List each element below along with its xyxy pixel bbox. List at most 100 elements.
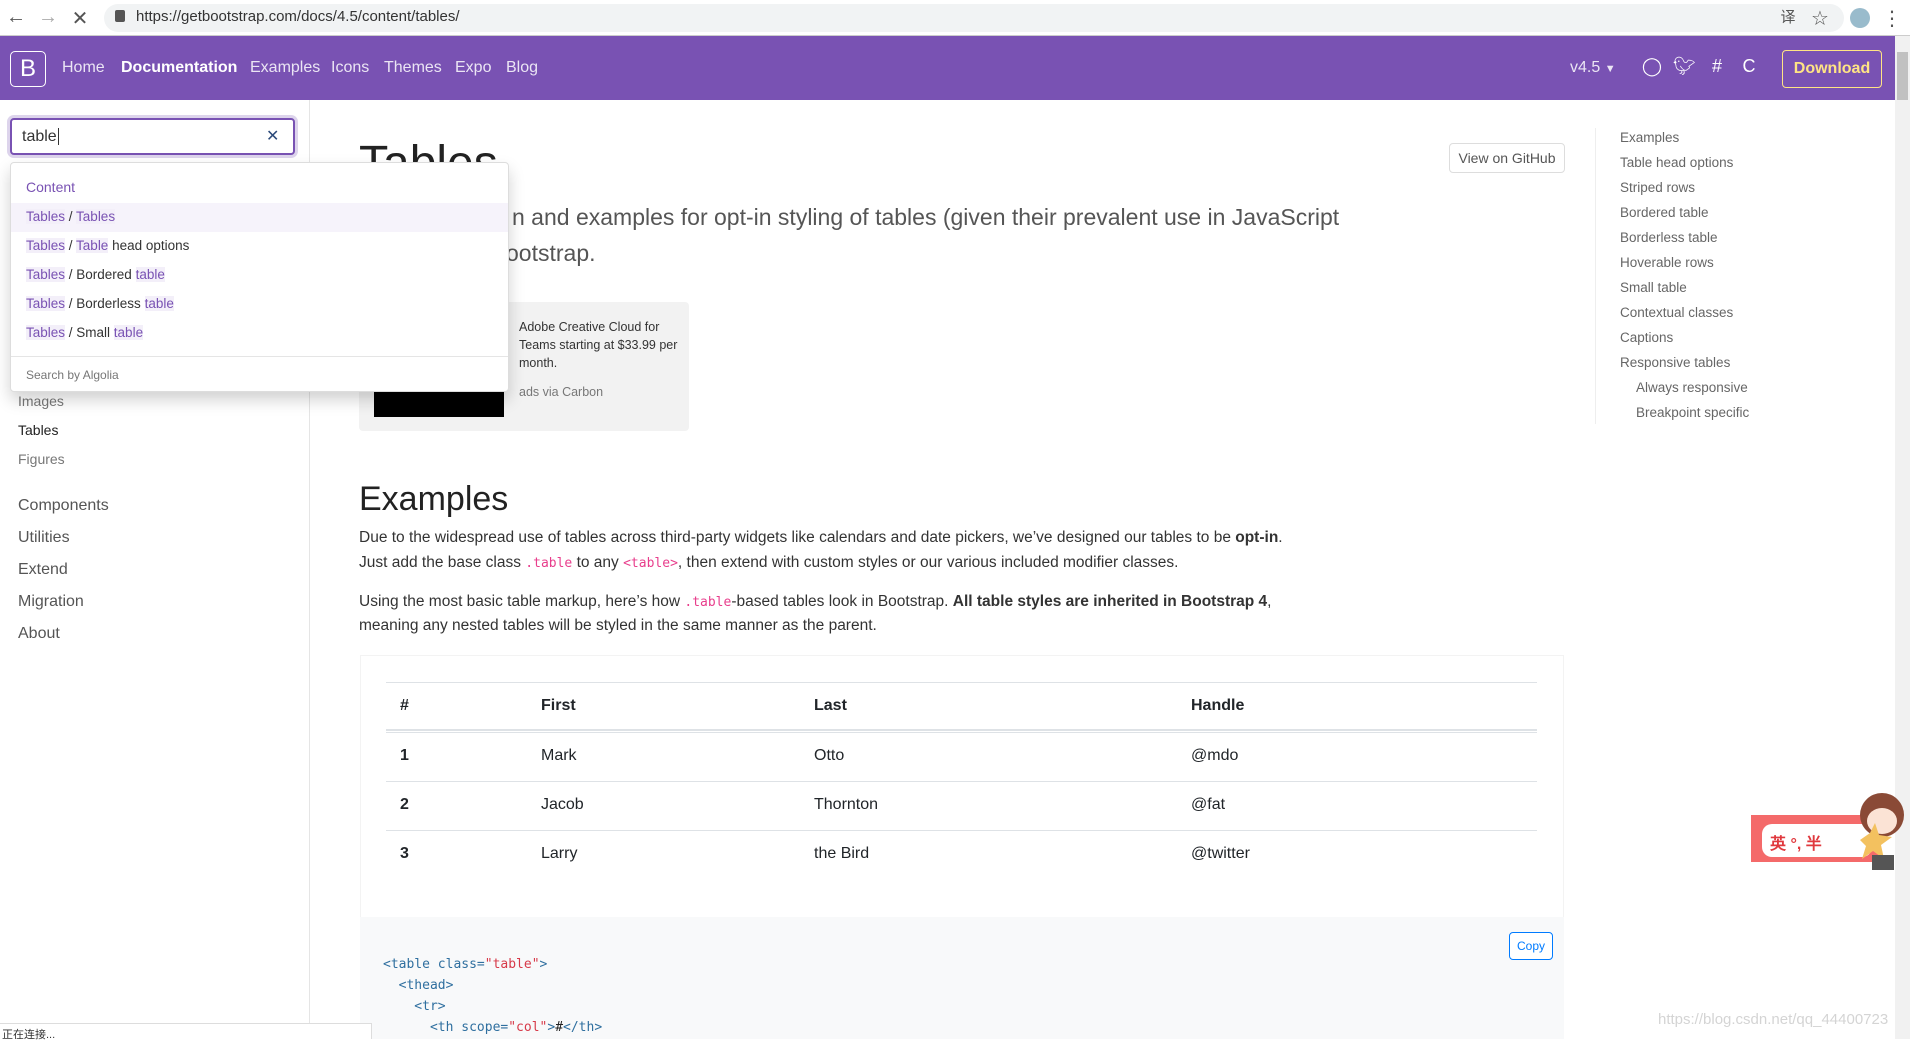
text: to any [572,554,624,571]
lead-text-line2: ootstrap. [506,240,596,266]
inline-code: .table [525,556,573,571]
search-suggestion[interactable]: Tables / Small table [11,319,508,348]
match-highlight: table [144,296,174,311]
sidebar-item-images[interactable]: Images [18,393,64,409]
algolia-credit[interactable]: Search by Algolia [26,368,119,382]
menu-dots-icon[interactable]: ⋮ [1880,6,1904,31]
table-cell: 3 [400,845,409,862]
search-suggestion[interactable]: Tables / Table head options [11,232,508,261]
table-cell: @twitter [1191,845,1250,862]
toc-divider [1595,128,1596,424]
page-title: Tables [359,134,498,162]
code-token: <th scope= [383,1020,509,1035]
sidebar-item-figures[interactable]: Figures [18,451,65,467]
bold-text: opt-in [1235,529,1279,546]
sidebar-item-tables[interactable]: Tables [18,422,58,438]
toc-item[interactable]: Bordered table [1620,205,1709,220]
sidebar-group-about[interactable]: About [18,625,60,643]
toc-item[interactable]: Responsive tables [1620,355,1730,370]
inline-code: <table> [623,556,678,571]
text: -based tables look in Bootstrap. [731,593,953,610]
download-button[interactable]: Download [1782,50,1882,88]
paragraph-line: Just add the base class .table to any <t… [359,554,1178,572]
translate-icon[interactable]: 译 [1776,6,1800,27]
mascot-image [1860,793,1904,870]
bookmark-star-icon[interactable]: ☆ [1808,6,1832,31]
toc-item[interactable]: Striped rows [1620,180,1695,195]
view-on-github-button[interactable]: View on GitHub [1449,143,1565,173]
version-dropdown[interactable]: v4.5 ▼ [1570,59,1616,77]
ad-via-link[interactable]: ads via Carbon [519,385,603,399]
toc-item[interactable]: Hoverable rows [1620,255,1714,270]
search-suggestion[interactable]: Tables / Bordered table [11,261,508,290]
table-cell: 1 [400,747,409,764]
ad-text[interactable]: Adobe Creative Cloud for Teams starting … [519,318,679,372]
stop-loading-icon[interactable]: ✕ [68,6,92,31]
toc-item[interactable]: Contextual classes [1620,305,1733,320]
nav-examples[interactable]: Examples [250,59,320,77]
table-cell: Otto [814,747,845,764]
divider [11,356,508,357]
sidebar-group-extend[interactable]: Extend [18,561,68,579]
caret-down-icon: ▼ [1604,63,1616,75]
code-line: <table class="table"> [383,957,547,972]
search-value: table [22,128,57,145]
table-cell: @fat [1191,796,1226,813]
table-row: 3 Larry the Bird @twitter [386,830,1537,879]
slack-icon[interactable]: # [1706,56,1728,77]
text: Using the most basic table markup, here’… [359,593,685,610]
back-icon[interactable]: ← [4,6,28,29]
examples-heading: Examples [359,480,509,518]
code-token: </th> [563,1020,603,1035]
lead-text-line1: n and examples for opt-in styling of tab… [512,204,1340,230]
text-cursor [57,128,59,145]
table-cell: Jacob [541,796,584,813]
bootstrap-logo[interactable]: B [10,51,46,87]
code-token: "table" [484,957,540,972]
nav-documentation[interactable]: Documentation [121,59,237,77]
sidebar-group-migration[interactable]: Migration [18,593,84,611]
text: , then extend with custom styles or our … [677,554,1179,571]
profile-avatar[interactable] [1850,8,1870,28]
table-cell: Mark [541,747,577,764]
forward-icon[interactable]: → [36,6,60,29]
github-icon[interactable]: ◯ [1641,56,1663,77]
suggestion-text: / [65,238,77,253]
text: Just add the base class [359,554,526,571]
toc-subitem[interactable]: Breakpoint specific [1636,405,1749,420]
search-suggestion[interactable]: Tables / Borderless table [11,290,508,319]
table-cell: the Bird [814,845,870,862]
table-cell: Larry [541,845,578,862]
url-text[interactable]: https://getbootstrap.com/docs/4.5/conten… [136,8,460,25]
scrollbar-thumb[interactable] [1897,52,1908,100]
nav-home[interactable]: Home [62,59,105,77]
search-suggestion[interactable]: Tables / Tables [11,203,508,232]
toc-item[interactable]: Examples [1620,130,1679,145]
nav-themes[interactable]: Themes [384,59,442,77]
toc-item[interactable]: Table head options [1620,155,1733,170]
sidebar-group-components[interactable]: Components [18,497,109,515]
toc-item[interactable]: Captions [1620,330,1673,345]
nav-expo[interactable]: Expo [455,59,491,77]
toc-item[interactable]: Small table [1620,280,1687,295]
nav-icons[interactable]: Icons [331,59,369,77]
clear-search-icon[interactable]: ✕ [266,126,279,146]
toc-item[interactable]: Borderless table [1620,230,1718,245]
status-bar: 正在连接... [0,1023,372,1041]
text: Due to the widespread use of tables acro… [359,529,1236,546]
suggestion-text: / Small [65,325,114,340]
match-highlight: Table [76,238,109,253]
toc-subitem[interactable]: Always responsive [1636,380,1748,395]
copy-button[interactable]: Copy [1509,932,1553,960]
version-label: v4.5 [1570,59,1601,76]
sidebar-group-utilities[interactable]: Utilities [18,529,70,547]
table-cell: @mdo [1191,747,1239,764]
twitter-icon[interactable]: 🐦︎ [1673,56,1696,77]
match-highlight: table [113,325,144,340]
opencollective-icon[interactable]: C [1738,56,1760,77]
nav-blog[interactable]: Blog [506,59,538,77]
watermark: https://blog.csdn.net/qq_44400723 [1658,1011,1889,1028]
scrollbar[interactable] [1895,36,1910,1039]
search-input[interactable]: table [10,118,295,155]
match-highlight: table [135,267,165,282]
